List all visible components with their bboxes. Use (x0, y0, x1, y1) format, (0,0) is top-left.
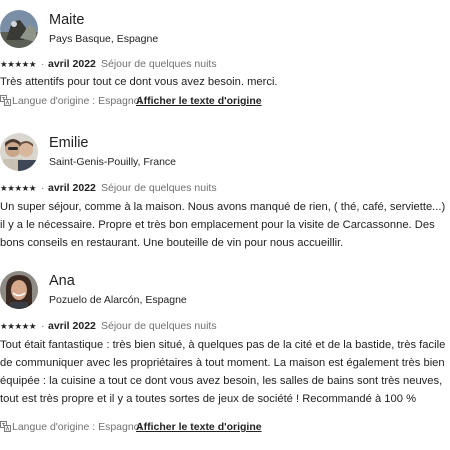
avatar[interactable] (0, 133, 38, 171)
separator-dot: · (41, 182, 45, 194)
original-language-label: Langue d'origine : Espagnol (12, 95, 142, 107)
stay-type: Séjour de quelques nuits (101, 58, 217, 70)
avatar-photo-couple-icon (0, 133, 38, 171)
separator-dot: · (92, 182, 96, 194)
translate-icon (0, 95, 11, 106)
avatar[interactable] (0, 10, 38, 48)
avatar[interactable] (0, 271, 38, 309)
review-date: avril 2022 (48, 320, 96, 332)
review-meta: ★★★★★ · avril 2022 · Séjour de quelques … (0, 57, 450, 71)
review-emilie: Emilie Saint-Genis-Pouilly, France ★★★★★… (0, 133, 450, 253)
translation-info: Langue d'origine : Espagnol Afficher le … (0, 420, 450, 434)
translation-info: Langue d'origine : Espagnol Afficher le … (0, 94, 450, 108)
review-header: Maite Pays Basque, Espagne (0, 10, 450, 50)
reviewer-name[interactable]: Emilie (49, 135, 88, 151)
reviewer-name[interactable]: Maite (49, 12, 84, 28)
show-original-link[interactable]: Afficher le texte d'origine (136, 94, 262, 108)
stay-type: Séjour de quelques nuits (101, 320, 217, 332)
separator-dot: · (92, 58, 96, 70)
separator-dot: · (92, 320, 96, 332)
review-meta: ★★★★★ · avril 2022 · Séjour de quelques … (0, 181, 450, 195)
rating-stars-icon: ★★★★★ (0, 59, 37, 69)
review-header: Ana Pozuelo de Alarcón, Espagne (0, 271, 450, 311)
reviewer-location: Pozuelo de Alarcón, Espagne (49, 294, 187, 306)
reviewer-name[interactable]: Ana (49, 273, 75, 289)
review-ana: Ana Pozuelo de Alarcón, Espagne ★★★★★ · … (0, 271, 450, 441)
review-text: Très attentifs pour tout ce dont vous av… (0, 76, 278, 88)
review-date: avril 2022 (48, 58, 96, 70)
rating-stars-icon: ★★★★★ (0, 183, 37, 193)
review-header: Emilie Saint-Genis-Pouilly, France (0, 133, 450, 173)
review-date: avril 2022 (48, 182, 96, 194)
review-text: Tout était fantastique : très bien situé… (0, 339, 446, 405)
reviewer-location: Saint-Genis-Pouilly, France (49, 156, 177, 168)
review-maite: Maite Pays Basque, Espagne ★★★★★ · avril… (0, 10, 450, 110)
translate-icon (0, 421, 11, 432)
rating-stars-icon: ★★★★★ (0, 321, 37, 331)
review-text: Un super séjour, comme à la maison. Nous… (0, 201, 446, 249)
reviewer-location: Pays Basque, Espagne (49, 33, 159, 45)
stay-type: Séjour de quelques nuits (101, 182, 217, 194)
review-meta: ★★★★★ · avril 2022 · Séjour de quelques … (0, 319, 450, 333)
show-original-link[interactable]: Afficher le texte d'origine (136, 420, 262, 434)
separator-dot: · (41, 320, 45, 332)
original-language-label: Langue d'origine : Espagnol (12, 421, 142, 433)
avatar-photo-woman-icon (0, 271, 38, 309)
avatar-photo-landscape-icon (0, 10, 38, 48)
separator-dot: · (41, 58, 45, 70)
